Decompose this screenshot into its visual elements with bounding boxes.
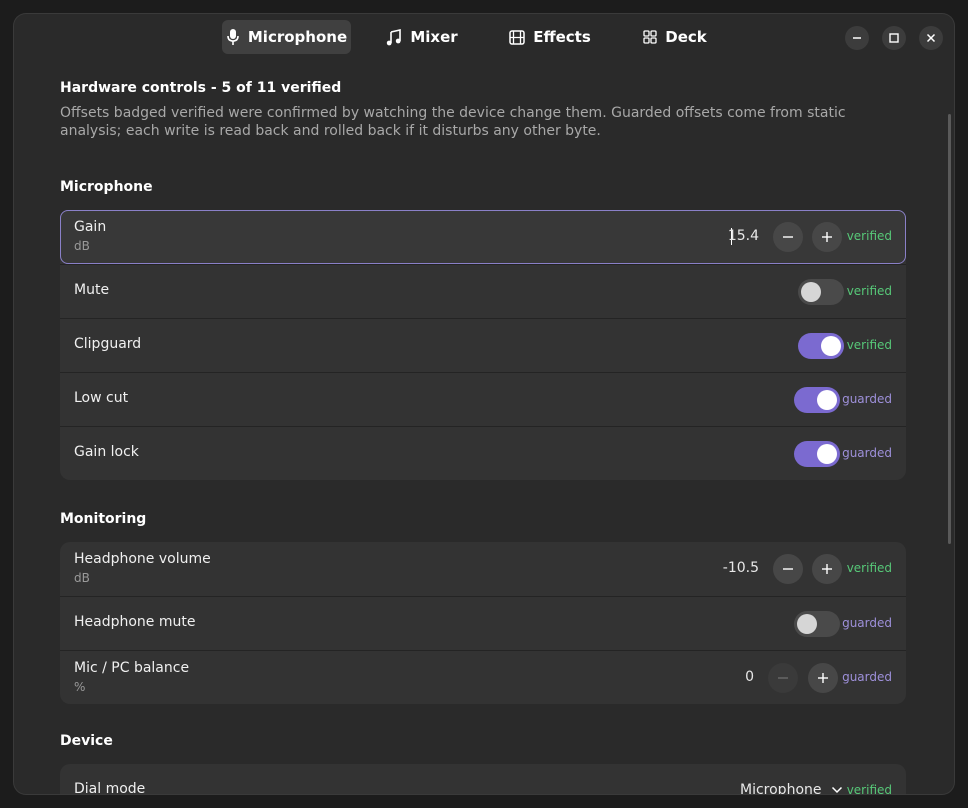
headphone-volume-label: Headphone volume (74, 551, 211, 567)
headphone-volume-decrement-button[interactable] (773, 554, 803, 584)
balance-label: Mic / PC balance (74, 660, 190, 676)
section-title-monitoring: Monitoring (60, 511, 147, 527)
status-badge: verified (846, 783, 892, 794)
mute-label: Mute (74, 282, 110, 298)
plus-icon (822, 232, 832, 242)
music-note-icon (386, 28, 402, 46)
minimize-button[interactable] (845, 26, 869, 50)
gain-label: Gain (74, 219, 107, 235)
page-description: Offsets badged verified were confirmed b… (60, 105, 846, 139)
minus-icon (783, 568, 793, 570)
mute-row: Mute verified (60, 264, 906, 318)
plus-icon (822, 564, 832, 574)
minus-icon (783, 236, 793, 238)
tab-effects[interactable]: Effects (503, 20, 597, 54)
monitoring-group: Headphone volume dB -10.5 verified Headp… (60, 542, 906, 704)
headphone-mute-row: Headphone mute guarded (60, 596, 906, 650)
status-badge: guarded (842, 670, 892, 684)
clipguard-row: Clipguard verified (60, 318, 906, 372)
balance-value[interactable]: 0 (694, 669, 754, 685)
headphone-volume-value[interactable]: -10.5 (699, 560, 759, 576)
status-badge: verified (846, 561, 892, 575)
balance-increment-button[interactable] (808, 663, 838, 693)
gain-lock-switch[interactable] (794, 441, 840, 467)
maximize-button[interactable] (882, 26, 906, 50)
low-cut-label: Low cut (74, 390, 129, 406)
gain-row[interactable]: Gain dB 15.4 verified (60, 210, 906, 264)
headphone-mute-switch[interactable] (794, 611, 840, 637)
dial-mode-label: Dial mode (74, 781, 146, 794)
app-window: Microphone Mixer Effects Deck Hardware c… (14, 14, 954, 794)
maximize-icon (889, 33, 899, 43)
status-badge: guarded (842, 616, 892, 630)
tab-deck[interactable]: Deck (633, 20, 717, 54)
minus-icon (778, 677, 788, 679)
tab-label: Microphone (247, 28, 348, 46)
clipguard-label: Clipguard (74, 336, 142, 352)
balance-row: Mic / PC balance % 0 guarded (60, 650, 906, 704)
headphone-volume-increment-button[interactable] (812, 554, 842, 584)
tab-label: Deck (665, 28, 707, 46)
content-scroll-area[interactable]: Hardware controls - 5 of 11 verified Off… (14, 60, 954, 794)
minimize-icon (853, 37, 861, 39)
close-button[interactable] (919, 26, 943, 50)
headphone-volume-unit: dB (74, 571, 90, 585)
status-badge: verified (846, 338, 892, 352)
chevron-down-icon (831, 786, 842, 794)
page-title: Hardware controls - 5 of 11 verified (60, 80, 342, 96)
low-cut-row: Low cut guarded (60, 372, 906, 426)
gain-lock-row: Gain lock guarded (60, 426, 906, 480)
device-group: Dial mode Microphone verified (60, 764, 906, 794)
status-badge: guarded (842, 392, 892, 406)
clipguard-switch[interactable] (798, 333, 844, 359)
tab-label: Mixer (410, 28, 458, 46)
gain-value[interactable]: 15.4 (699, 228, 759, 244)
film-icon (509, 29, 525, 45)
status-badge: guarded (842, 446, 892, 460)
status-badge: verified (846, 284, 892, 298)
low-cut-switch[interactable] (794, 387, 840, 413)
dial-mode-row: Dial mode Microphone verified (60, 764, 906, 794)
section-title-device: Device (60, 733, 113, 749)
balance-decrement-button[interactable] (768, 663, 798, 693)
gain-lock-label: Gain lock (74, 444, 139, 460)
microphone-group: Gain dB 15.4 verified Mute verified Clip… (60, 210, 906, 480)
section-title-microphone: Microphone (60, 179, 153, 195)
mute-switch[interactable] (798, 279, 844, 305)
tab-mixer[interactable]: Mixer (377, 20, 467, 54)
microphone-icon (226, 28, 240, 46)
tab-label: Effects (533, 28, 591, 46)
plus-icon (818, 673, 828, 683)
dial-mode-value: Microphone (740, 782, 822, 794)
gain-unit: dB (74, 239, 90, 253)
grid-icon (643, 30, 657, 44)
headphone-volume-row: Headphone volume dB -10.5 verified (60, 542, 906, 596)
dial-mode-dropdown[interactable]: Microphone (740, 782, 843, 794)
balance-unit: % (74, 680, 86, 694)
header-bar: Microphone Mixer Effects Deck (14, 14, 954, 60)
scrollbar[interactable] (948, 114, 951, 544)
gain-decrement-button[interactable] (773, 222, 803, 252)
headphone-mute-label: Headphone mute (74, 614, 196, 630)
status-badge: verified (846, 229, 892, 243)
tab-microphone[interactable]: Microphone (222, 20, 351, 54)
close-icon (926, 33, 936, 43)
view-switcher: Microphone Mixer Effects Deck (222, 20, 717, 54)
gain-increment-button[interactable] (812, 222, 842, 252)
